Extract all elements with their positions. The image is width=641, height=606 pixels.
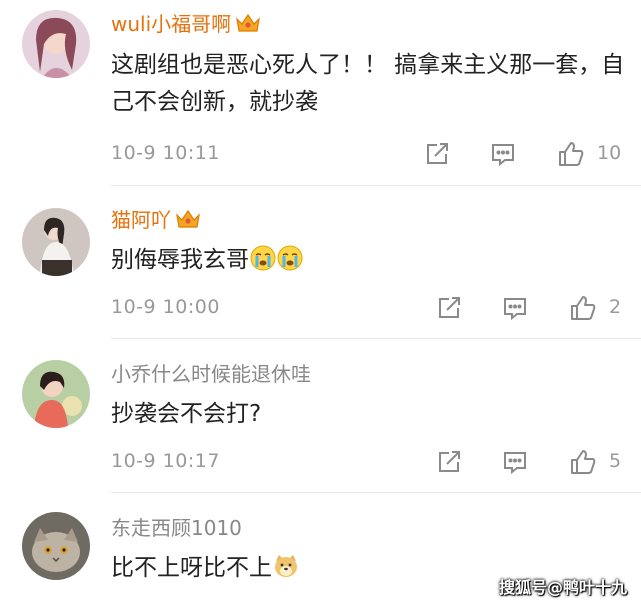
like-count: 10 — [597, 142, 622, 164]
comment-icon[interactable] — [501, 448, 529, 476]
crown-icon — [236, 13, 261, 32]
share-icon[interactable] — [435, 294, 463, 322]
comment-text: 抄袭会不会打? — [111, 401, 262, 427]
share-icon[interactable] — [435, 448, 463, 476]
comment-item: wuli小福哥啊 这剧组也是恶心死人了！！ 搞拿来主义那一套，自己不会创新，就抄… — [0, 0, 641, 190]
username[interactable]: 东走西顾1010 — [111, 516, 242, 540]
comment-meta: 10-9 10:00 2 — [111, 294, 623, 324]
comment-time: 10-9 10:11 — [111, 142, 220, 164]
thumbs-up-icon[interactable] — [569, 294, 597, 322]
comment-time: 10-9 10:00 — [111, 296, 220, 318]
divider — [111, 185, 641, 186]
avatar[interactable] — [22, 360, 90, 428]
username[interactable]: 猫阿吖 — [111, 208, 201, 232]
watermark: 搜狐号@鸭叶十九 — [498, 578, 627, 597]
avatar[interactable] — [22, 512, 90, 580]
comment-icon[interactable] — [489, 140, 517, 168]
comment-meta: 10-9 10:17 5 — [111, 448, 623, 478]
divider — [111, 338, 641, 339]
username-label[interactable]: wuli小福哥啊 — [111, 12, 231, 36]
comment-text: 这剧组也是恶心死人了！！ 搞拿来主义那一套，自己不会创新，就抄袭 — [111, 52, 625, 115]
share-icon[interactable] — [423, 140, 451, 168]
comment-text-content: 别侮辱我玄哥 — [111, 247, 249, 273]
comment-time: 10-9 10:17 — [111, 450, 220, 472]
comment-text-content: 比不上呀比不上 — [111, 555, 272, 581]
crying-face-icon — [250, 245, 276, 271]
username-label[interactable]: 猫阿吖 — [111, 208, 171, 232]
avatar[interactable] — [22, 10, 90, 78]
comment-text: 别侮辱我玄哥 — [111, 242, 631, 279]
divider — [111, 492, 641, 493]
username[interactable]: 小乔什么时候能退休哇 — [111, 362, 311, 386]
thumbs-up-icon[interactable] — [569, 448, 597, 476]
username[interactable]: wuli小福哥啊 — [111, 12, 261, 36]
like-count: 5 — [609, 450, 622, 472]
comment-icon[interactable] — [501, 294, 529, 322]
doge-face-icon — [275, 555, 297, 577]
crying-face-icon — [277, 245, 303, 271]
comment-meta: 10-9 10:11 10 — [111, 140, 623, 170]
crown-icon — [176, 209, 200, 228]
avatar[interactable] — [22, 208, 90, 276]
thumbs-up-icon[interactable] — [557, 140, 585, 168]
comment-item: 小乔什么时候能退休哇 抄袭会不会打? 10-9 10:17 5 — [0, 342, 641, 494]
like-count: 2 — [609, 296, 622, 318]
comment-item: 猫阿吖 别侮辱我玄哥 10-9 10:00 2 — [0, 190, 641, 342]
